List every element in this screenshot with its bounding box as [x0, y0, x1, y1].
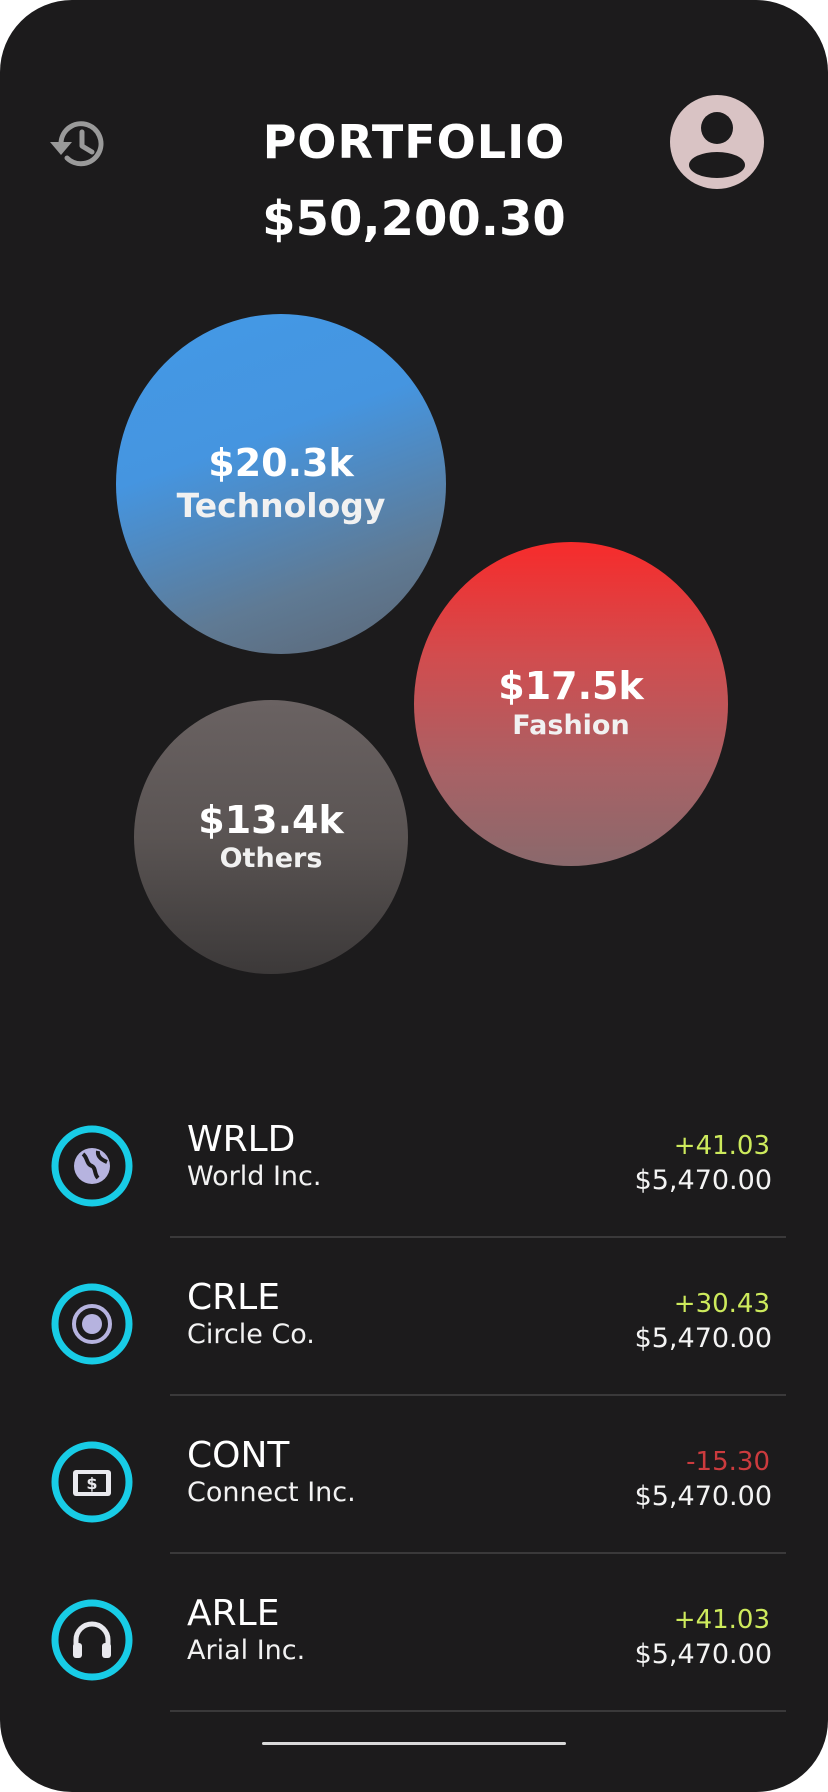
bubble-amount: $20.3k [208, 441, 354, 485]
bubble-category: Others [219, 843, 323, 874]
stock-price: $5,470.00 [634, 1323, 772, 1354]
stock-price: $5,470.00 [634, 1165, 772, 1196]
stock-price: $5,470.00 [634, 1481, 772, 1512]
stock-icon-ring [50, 1598, 134, 1682]
stock-price: $5,470.00 [634, 1639, 772, 1670]
stock-change: +30.43 [673, 1289, 770, 1319]
bubble-amount: $17.5k [498, 664, 644, 708]
stock-icon-ring [50, 1124, 134, 1208]
stock-icon-ring: $ [50, 1440, 134, 1524]
bubble-category: Technology [176, 486, 386, 525]
avatar-button[interactable] [670, 95, 764, 189]
stock-change: +41.03 [673, 1605, 770, 1635]
stock-row-crle[interactable]: CRLE Circle Co. +30.43 $5,470.00 [0, 1238, 828, 1396]
stock-company: Circle Co. [187, 1319, 315, 1350]
bubble-technology[interactable]: $20.3k Technology [116, 314, 446, 654]
stock-row-arle[interactable]: ARLE Arial Inc. +41.03 $5,470.00 [0, 1554, 828, 1712]
stock-change: +41.03 [673, 1131, 770, 1161]
stock-ticker: ARLE [187, 1593, 280, 1634]
stock-company: Arial Inc. [187, 1635, 306, 1666]
svg-text:$: $ [86, 1474, 97, 1493]
stock-company: Connect Inc. [187, 1477, 356, 1508]
home-indicator[interactable] [262, 1742, 566, 1745]
bubble-category: Fashion [512, 710, 630, 741]
stock-ticker: CONT [187, 1435, 290, 1476]
money-icon: $ [51, 1441, 133, 1523]
bubble-fashion[interactable]: $17.5k Fashion [414, 542, 728, 866]
portfolio-screen: PORTFOLIO $50,200.30 $20.3k Technology $… [0, 0, 828, 1792]
stock-row-cont[interactable]: $ CONT Connect Inc. -15.30 $5,470.00 [0, 1396, 828, 1554]
stock-ticker: CRLE [187, 1277, 280, 1318]
portfolio-total-value: $50,200.30 [262, 191, 566, 247]
circle-dot-icon [51, 1283, 133, 1365]
globe-icon [51, 1125, 133, 1207]
bubble-amount: $13.4k [198, 798, 344, 842]
user-avatar-icon [689, 112, 745, 178]
stock-ticker: WRLD [187, 1119, 296, 1160]
bubble-others[interactable]: $13.4k Others [134, 700, 408, 974]
stock-icon-ring [50, 1282, 134, 1366]
stock-change: -15.30 [686, 1447, 770, 1477]
stock-company: World Inc. [187, 1161, 322, 1192]
stock-row-wrld[interactable]: WRLD World Inc. +41.03 $5,470.00 [0, 1080, 828, 1238]
row-divider [170, 1710, 786, 1712]
headphones-icon [51, 1599, 133, 1681]
